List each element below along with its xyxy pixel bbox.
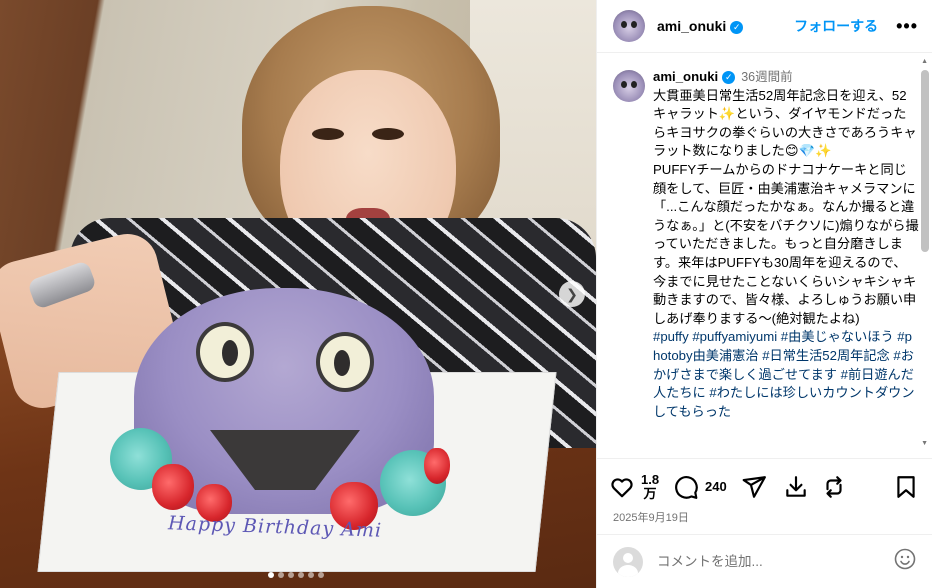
chevron-right-icon[interactable]: ❯: [559, 281, 585, 307]
share-icon[interactable]: [741, 474, 767, 500]
carousel-dots: [268, 572, 324, 578]
comment-button[interactable]: 240: [673, 474, 727, 500]
caption-username[interactable]: ami_onuki: [653, 69, 718, 84]
post-date[interactable]: 2025年9月19日: [597, 503, 932, 525]
post-header: ami_onuki ✓ フォローする •••: [597, 0, 932, 53]
post-comments-area[interactable]: ami_onuki ✓ 36週間前 大貫亜美日常生活52周年記念日を迎え、52キャラ…: [597, 54, 932, 458]
caption: ami_onuki ✓ 36週間前 大貫亜美日常生活52周年記念日を迎え、52キャラ…: [597, 54, 932, 421]
verified-icon: ✓: [730, 21, 744, 34]
comment-box: [597, 534, 932, 588]
cake-pupil: [222, 340, 238, 366]
more-icon[interactable]: •••: [896, 16, 918, 37]
scrollbar-thumb[interactable]: [921, 70, 929, 252]
share-button[interactable]: [741, 474, 767, 500]
carousel-dot[interactable]: [318, 572, 324, 578]
carousel-dot[interactable]: [278, 572, 284, 578]
username-text[interactable]: ami_onuki: [657, 18, 726, 34]
caption-hashtags[interactable]: #puffy #puffyamiyumi #由美じゃないほう #photoby由…: [653, 328, 919, 421]
avatar: [613, 546, 643, 577]
repost-button[interactable]: [821, 474, 847, 500]
like-button[interactable]: 1.8 万: [609, 473, 659, 501]
caption-text: 大貫亜美日常生活52周年記念日を迎え、52キャラット✨という、ダイヤモンドだった…: [653, 87, 919, 326]
comment-icon[interactable]: [673, 474, 699, 500]
download-icon[interactable]: [783, 474, 809, 500]
strawberry: [424, 448, 450, 484]
carousel-dot[interactable]: [298, 572, 304, 578]
strawberry: [152, 464, 194, 510]
cake-pupil: [334, 350, 350, 376]
scroll-down-arrow[interactable]: ▼: [921, 440, 928, 447]
comment-input[interactable]: [657, 554, 893, 569]
repost-icon[interactable]: [821, 474, 847, 500]
post-time[interactable]: 36週間前: [741, 70, 792, 84]
carousel-dot[interactable]: [268, 572, 274, 578]
post-actions: 1.8 万 240 2025年9月19日: [597, 458, 932, 534]
like-count[interactable]: 1.8 万: [641, 473, 659, 501]
download-button[interactable]: [783, 474, 809, 500]
carousel-dot[interactable]: [288, 572, 294, 578]
caption-content: ami_onuki ✓ 36週間前 大貫亜美日常生活52周年記念日を迎え、52キャラ…: [653, 68, 919, 421]
emoji-icon[interactable]: [893, 547, 917, 571]
bookmark-icon[interactable]: [893, 474, 919, 500]
follow-button[interactable]: フォローする: [794, 16, 878, 36]
post-photo[interactable]: Happy Birthday Ami ❯: [0, 0, 596, 588]
verified-icon: ✓: [722, 70, 736, 84]
avatar[interactable]: [613, 10, 645, 42]
person-eye: [312, 128, 344, 140]
comment-count[interactable]: 240: [705, 480, 727, 494]
header-username[interactable]: ami_onuki ✓: [657, 18, 744, 34]
person-eye: [372, 128, 404, 140]
scroll-up-arrow[interactable]: ▲: [921, 58, 928, 65]
bookmark-button[interactable]: [893, 474, 919, 500]
post-side-panel: ami_onuki ✓ フォローする ••• ami_onuki ✓ 36週間前 大貫…: [596, 0, 932, 588]
emoji-button[interactable]: [893, 547, 917, 576]
carousel-dot[interactable]: [308, 572, 314, 578]
avatar[interactable]: [613, 70, 645, 102]
heart-icon[interactable]: [609, 474, 635, 500]
